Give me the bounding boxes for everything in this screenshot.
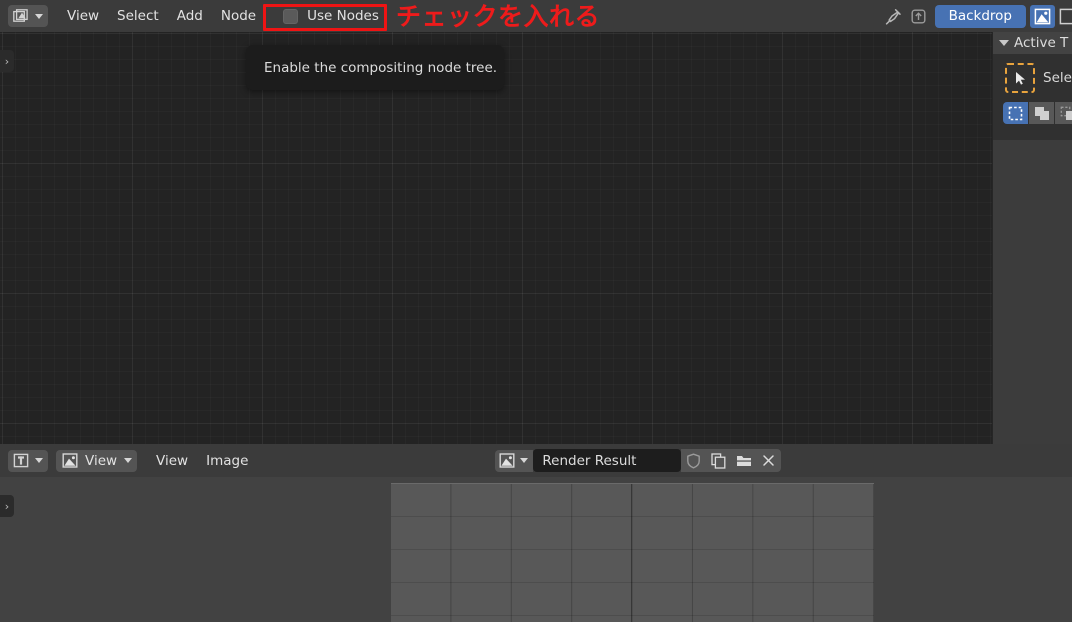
tweak-select-cursor-icon bbox=[1005, 63, 1035, 93]
image-icon bbox=[60, 451, 79, 470]
image-icon bbox=[499, 451, 515, 470]
compositor-editor-icon bbox=[12, 7, 30, 26]
select-mode-extend-button[interactable] bbox=[1029, 102, 1054, 124]
node-editor-sidebar-toggle[interactable]: › bbox=[0, 50, 14, 72]
chevron-down-icon bbox=[124, 458, 133, 463]
select-mode-set-button[interactable] bbox=[1003, 102, 1028, 124]
checkbox-box[interactable] bbox=[283, 8, 299, 24]
image-icon[interactable] bbox=[1030, 4, 1055, 28]
select-mode-subtract-button[interactable] bbox=[1055, 102, 1072, 124]
fake-user-shield-icon[interactable] bbox=[681, 449, 707, 472]
go-to-parent-icon[interactable] bbox=[906, 5, 931, 28]
image-editor-sidebar-toggle[interactable]: › bbox=[0, 495, 14, 517]
image-editor-header: View View Image Render Result bbox=[0, 444, 1072, 477]
open-folder-icon[interactable] bbox=[731, 449, 757, 472]
backdrop-toggle-button[interactable]: Backdrop bbox=[934, 4, 1026, 28]
node-editor-canvas[interactable] bbox=[0, 32, 1072, 444]
backdrop-label: Backdrop bbox=[948, 8, 1012, 24]
chevron-down-icon bbox=[35, 13, 43, 19]
select-mode-buttons bbox=[993, 102, 1072, 124]
image-editor-sidebar-toggle-arrow: › bbox=[4, 499, 10, 513]
chevron-down-icon bbox=[35, 458, 43, 463]
blender-window: › Active T Sele Enable the compositing n… bbox=[0, 0, 1072, 622]
chevron-down-icon bbox=[520, 458, 529, 463]
new-image-copy-icon[interactable] bbox=[706, 449, 732, 472]
image-name-value: Render Result bbox=[542, 452, 637, 469]
render-result-image-plane bbox=[391, 483, 874, 622]
active-tool-row[interactable]: Sele bbox=[993, 54, 1072, 93]
menu-add[interactable]: Add bbox=[168, 5, 212, 27]
browse-image-dropdown[interactable] bbox=[495, 449, 534, 472]
image-editor-canvas[interactable] bbox=[0, 477, 1072, 622]
image-editor-mode-dropdown[interactable]: View bbox=[56, 449, 138, 472]
unlink-close-icon[interactable] bbox=[756, 449, 782, 472]
image-editor-type-dropdown[interactable] bbox=[8, 449, 48, 472]
annotation-instruction-text: チェックを入れる bbox=[396, 2, 601, 31]
node-editor-sidebar: Active T Sele bbox=[992, 32, 1072, 444]
chevron-down-icon bbox=[999, 40, 1009, 46]
active-tool-panel-title: Active T bbox=[1014, 35, 1069, 51]
image-name-field[interactable]: Render Result bbox=[533, 449, 682, 472]
overlays-icon[interactable] bbox=[1055, 5, 1072, 28]
use-nodes-checkbox[interactable]: Use Nodes bbox=[277, 8, 385, 24]
node-editor-sidebar-toggle-arrow: › bbox=[4, 54, 10, 68]
sidebar-background bbox=[993, 140, 1072, 444]
menu-view[interactable]: View bbox=[147, 450, 197, 472]
tooltip-text: Enable the compositing node tree. bbox=[264, 59, 498, 76]
active-tool-label: Sele bbox=[1043, 70, 1072, 86]
image-editor-icon bbox=[12, 451, 30, 470]
menu-node[interactable]: Node bbox=[212, 5, 265, 27]
active-tool-panel-header[interactable]: Active T bbox=[993, 32, 1072, 54]
menu-view[interactable]: View bbox=[58, 5, 108, 27]
pin-icon[interactable] bbox=[881, 5, 906, 28]
use-nodes-tooltip: Enable the compositing node tree. bbox=[246, 45, 504, 90]
editor-type-dropdown[interactable] bbox=[8, 5, 48, 27]
compositor-node-editor: › Active T Sele Enable the compositing n… bbox=[0, 0, 1072, 444]
menu-image[interactable]: Image bbox=[197, 450, 257, 472]
image-editor-mode-label: View bbox=[85, 452, 118, 469]
use-nodes-label: Use Nodes bbox=[307, 8, 379, 24]
menu-select[interactable]: Select bbox=[108, 5, 168, 27]
image-datablock-selector: Render Result bbox=[495, 449, 782, 472]
image-editor: › View View Image Render Result bbox=[0, 444, 1072, 622]
